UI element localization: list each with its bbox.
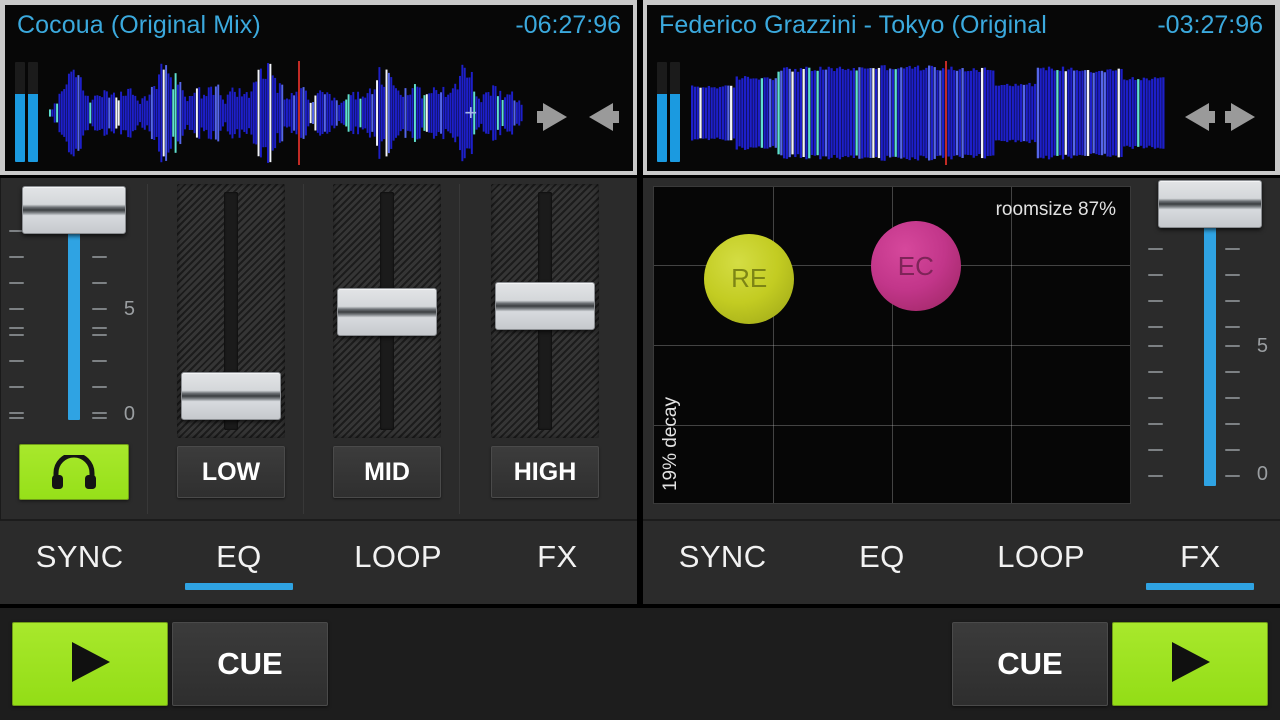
fx-puck-reverb[interactable]: RE [704, 233, 795, 324]
eq-low-fader-left[interactable] [177, 184, 285, 438]
volume-fader-handle-right[interactable] [1158, 180, 1262, 228]
deck-right: Federico Grazzini - Tokyo (Original -03:… [643, 0, 1280, 604]
tab-eq-left[interactable]: EQ [159, 520, 318, 604]
play-triangle-icon [1168, 639, 1212, 690]
waveform-graphic-left [49, 63, 523, 163]
tab-loop-label-right: LOOP [997, 539, 1085, 574]
eq-high-button-left[interactable]: HIGH [491, 446, 599, 498]
zoom-out-arrows-icon[interactable] [1179, 97, 1261, 137]
tab-fx-left[interactable]: FX [478, 520, 637, 604]
play-button-left[interactable] [12, 622, 168, 706]
waveform-display-right[interactable] [691, 61, 1165, 165]
cue-button-right[interactable]: CUE [952, 622, 1108, 706]
waveform-inner-left: Cocoua (Original Mix) -06:27:96 + [5, 5, 633, 171]
volume-channel-left: 5 0 [1, 178, 147, 520]
vu-bar-channel-a-right [657, 62, 667, 162]
track-title-left: Cocoua (Original Mix) [17, 11, 261, 39]
tab-sync-right[interactable]: SYNC [643, 520, 802, 604]
fx-puck-reverb-label: RE [731, 263, 768, 294]
eq-mid-fader-handle-left[interactable] [337, 288, 437, 336]
tab-active-underline-left [184, 583, 293, 590]
vu-bar-channel-a-left [15, 62, 25, 162]
volume-channel-right: 5 0 [1140, 178, 1280, 520]
playhead-right [944, 61, 947, 165]
headphones-icon [51, 455, 97, 489]
track-time-remaining-left: -06:27:96 [515, 11, 621, 39]
waveform-panel-left[interactable]: Cocoua (Original Mix) -06:27:96 + [0, 0, 637, 175]
fx-decay-readout: 19% decay [660, 396, 681, 491]
tab-loop-left[interactable]: LOOP [319, 520, 478, 604]
play-button-right[interactable] [1112, 622, 1268, 706]
eq-high-channel-left: HIGH [459, 178, 638, 520]
cue-button-left[interactable]: CUE [172, 622, 328, 706]
playhead-left [297, 61, 300, 165]
tab-sync-label-right: SYNC [678, 539, 767, 574]
dj-app-window: Cocoua (Original Mix) -06:27:96 + 5 0 LO… [0, 0, 1280, 720]
eq-low-button-left[interactable]: LOW [177, 446, 285, 498]
waveform-inner-right: Federico Grazzini - Tokyo (Original -03:… [647, 5, 1275, 171]
tab-eq-label-right: EQ [859, 539, 905, 574]
track-time-remaining-right: -03:27:96 [1157, 11, 1263, 39]
volume-fader-left[interactable] [1, 178, 147, 436]
deck-left: Cocoua (Original Mix) -06:27:96 + 5 0 LO… [0, 0, 637, 604]
tab-loop-label-left: LOOP [354, 539, 442, 574]
eq-mid-fader-left[interactable] [333, 184, 441, 438]
fx-panel-right: roomsize 87% 19% decay RE EC 5 0 [643, 178, 1280, 520]
eq-high-fader-left[interactable] [491, 184, 599, 438]
fx-puck-echo[interactable]: EC [870, 221, 961, 311]
tab-fx-label-right: FX [1180, 539, 1221, 574]
volume-fader-handle-left[interactable] [22, 186, 126, 234]
eq-mid-button-left[interactable]: MID [333, 446, 441, 498]
waveform-display-left[interactable]: + [49, 61, 523, 165]
tab-bar-right: SYNC EQ LOOP FX [643, 520, 1280, 604]
eq-low-channel-left: LOW [147, 178, 303, 520]
fx-roomsize-readout: roomsize 87% [995, 199, 1116, 220]
volume-fader-right[interactable] [1140, 178, 1280, 498]
play-triangle-icon [68, 639, 112, 690]
tab-eq-label-left: EQ [216, 539, 262, 574]
waveform-graphic-right [691, 65, 1165, 161]
tab-sync-left[interactable]: SYNC [0, 520, 159, 604]
eq-high-fader-handle-left[interactable] [495, 282, 595, 330]
transport-bar: CUE CUE [0, 608, 1280, 720]
tab-active-underline-right [1146, 583, 1255, 590]
vu-bar-channel-b-left [28, 62, 38, 162]
eq-panel-left: 5 0 LOW MID HIGH [0, 178, 637, 520]
vu-meter-left [15, 62, 41, 162]
waveform-panel-right[interactable]: Federico Grazzini - Tokyo (Original -03:… [643, 0, 1280, 175]
eq-low-fader-handle-left[interactable] [181, 372, 281, 420]
fx-xy-pad-right[interactable]: roomsize 87% 19% decay RE EC [653, 186, 1131, 504]
eq-mid-channel-left: MID [303, 178, 459, 520]
vu-meter-right [657, 62, 683, 162]
track-title-right: Federico Grazzini - Tokyo (Original [659, 11, 1047, 39]
zoom-in-arrows-icon[interactable] [537, 97, 619, 137]
tab-loop-right[interactable]: LOOP [962, 520, 1121, 604]
cue-marker-left: + [464, 100, 478, 125]
tab-fx-label-left: FX [537, 539, 578, 574]
tab-bar-left: SYNC EQ LOOP FX [0, 520, 637, 604]
vu-bar-channel-b-right [670, 62, 680, 162]
tab-fx-right[interactable]: FX [1121, 520, 1280, 604]
tab-sync-label-left: SYNC [35, 539, 124, 574]
tab-eq-right[interactable]: EQ [802, 520, 961, 604]
fx-puck-echo-label: EC [897, 250, 934, 281]
headphone-cue-button-left[interactable] [19, 444, 129, 500]
